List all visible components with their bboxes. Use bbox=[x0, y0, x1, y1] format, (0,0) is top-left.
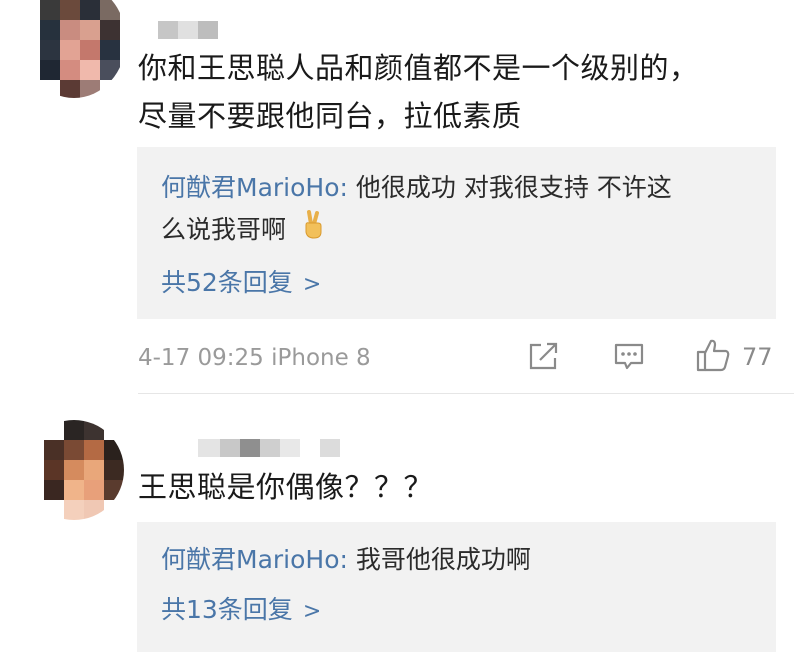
reply-text: 我哥他很成功啊 bbox=[347, 545, 531, 574]
comment-line: 王思聪是你偶像？？？ bbox=[138, 470, 434, 504]
comment-line: 你和王思聪人品和颜值都不是一个级别的， bbox=[138, 51, 699, 85]
reply-box[interactable]: 何猷君MarioHo: 他很成功 对我很支持 不许这 么说我哥啊 共52条回复 > bbox=[137, 147, 776, 319]
reply-author-link[interactable]: 何猷君MarioHo: bbox=[161, 545, 348, 574]
comment-text: 王思聪是你偶像？？？ bbox=[138, 463, 778, 511]
reply-preview: 何猷君MarioHo: 他很成功 对我很支持 不许这 么说我哥啊 bbox=[161, 167, 751, 253]
comment-line: 尽量不要跟他同台，拉低素质 bbox=[138, 99, 522, 133]
more-replies-label: 共13条回复 bbox=[161, 595, 293, 624]
reply-preview: 何猷君MarioHo: 我哥他很成功啊 bbox=[161, 539, 751, 581]
more-replies-label: 共52条回复 bbox=[161, 268, 293, 297]
avatar[interactable] bbox=[22, 0, 126, 98]
comment-meta: 4-17 09:25 iPhone 8 bbox=[138, 345, 371, 371]
avatar[interactable] bbox=[24, 420, 124, 520]
like-icon[interactable] bbox=[695, 337, 731, 377]
reply-text: 么说我哥啊 bbox=[161, 215, 287, 244]
comment-item: 王思聪是你偶像？？？ 何猷君MarioHo: 我哥他很成功啊 共13条回复 > bbox=[0, 395, 794, 652]
like-count: 77 bbox=[742, 343, 773, 371]
username-blurred[interactable] bbox=[198, 439, 340, 457]
divider bbox=[138, 393, 794, 394]
chevron-right-icon: > bbox=[302, 272, 322, 297]
reply-text: 他很成功 对我很支持 不许这 bbox=[347, 173, 672, 202]
comment-item: 你和王思聪人品和颜值都不是一个级别的， 尽量不要跟他同台，拉低素质 何猷君Mar… bbox=[0, 0, 794, 395]
victory-hand-icon bbox=[300, 209, 326, 253]
comment-text: 你和王思聪人品和颜值都不是一个级别的， 尽量不要跟他同台，拉低素质 bbox=[138, 44, 778, 140]
share-icon[interactable] bbox=[527, 340, 561, 376]
reply-author-link[interactable]: 何猷君MarioHo: bbox=[161, 173, 348, 202]
username-blurred[interactable] bbox=[158, 21, 238, 39]
more-replies-link[interactable]: 共13条回复 > bbox=[161, 590, 321, 626]
comment-icon[interactable] bbox=[612, 340, 646, 376]
more-replies-link[interactable]: 共52条回复 > bbox=[161, 263, 321, 299]
reply-box[interactable]: 何猷君MarioHo: 我哥他很成功啊 共13条回复 > bbox=[137, 522, 776, 652]
chevron-right-icon: > bbox=[302, 599, 322, 624]
